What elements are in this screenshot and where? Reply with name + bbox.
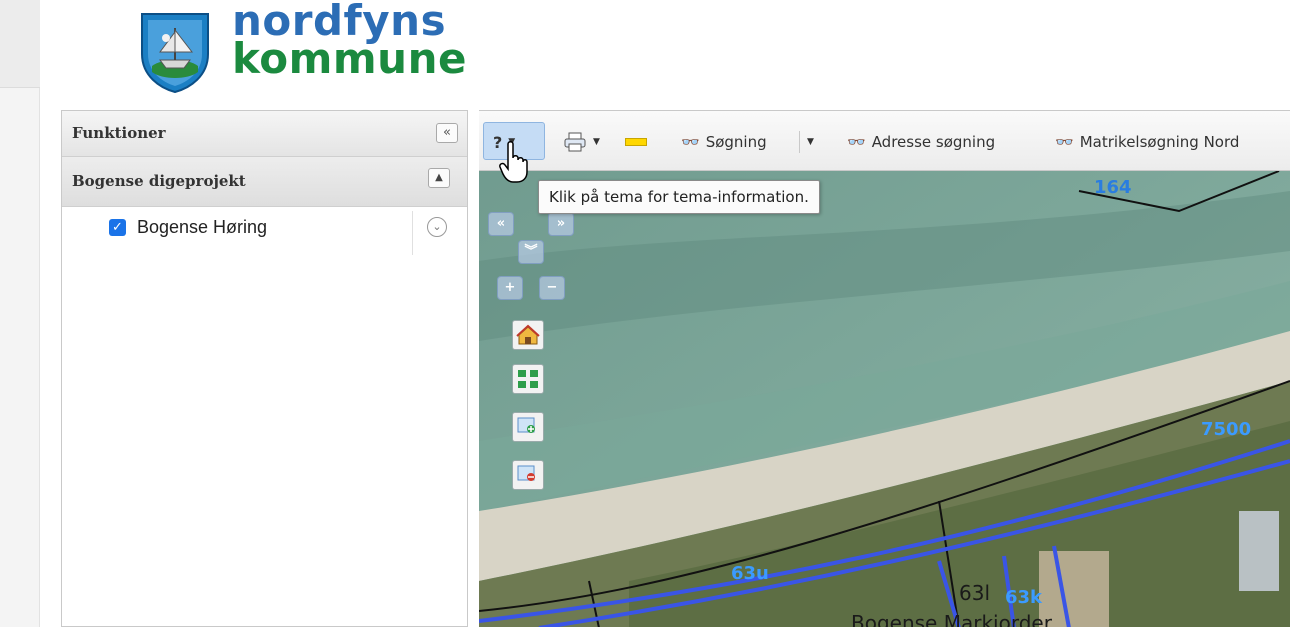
address-search-label: Adresse søgning — [871, 133, 996, 151]
home-button[interactable] — [512, 320, 544, 350]
divider — [799, 131, 800, 153]
zoom-out-button[interactable]: − — [539, 276, 565, 300]
search-button[interactable]: 👓 Søgning — [681, 129, 767, 155]
full-extent-button[interactable] — [512, 364, 544, 394]
search-dropdown[interactable]: ▼ — [807, 129, 814, 155]
pan-right-button[interactable]: » — [548, 212, 574, 236]
layer-item[interactable]: ✓ Bogense Høring ⌄ — [62, 207, 467, 255]
parcel-label: 164 — [1094, 177, 1132, 198]
parcel-label: 7500 — [1201, 419, 1252, 440]
binoculars-icon: 👓 — [681, 133, 700, 151]
cadastral-search-button[interactable]: 👓 Matrikelsøgning Nord — [1055, 129, 1239, 155]
dropdown-arrow-icon: ▼ — [807, 137, 814, 147]
parcel-label: 63u — [731, 563, 769, 584]
tooltip: Klik på tema for tema-information. — [538, 180, 820, 214]
layer-label: Bogense Høring — [137, 217, 268, 237]
parcel-label: 63l — [959, 581, 991, 605]
collapse-panel-button[interactable]: « — [436, 123, 458, 143]
hand-cursor-icon — [499, 141, 528, 183]
left-edge-header — [0, 0, 40, 88]
layer-checkbox[interactable]: ✓ — [109, 219, 126, 236]
place-name-label: Bogense Markjorder — [851, 611, 1052, 627]
print-button[interactable]: ▼ — [563, 129, 600, 155]
home-icon — [516, 324, 540, 345]
printer-icon — [564, 132, 586, 152]
map-toolbar: ? ▼ ▼ 👓 Søgning ▼ 👓 Adresse søgning 👓 Ma… — [479, 111, 1290, 171]
panel-title: Funktioner — [72, 124, 166, 142]
parcel-label: 63k — [1005, 587, 1043, 608]
municipality-crest-icon — [141, 13, 209, 94]
binoculars-icon: 👓 — [1055, 133, 1074, 151]
ruler-icon — [625, 138, 647, 146]
section-title: Bogense digeprojekt — [72, 172, 246, 190]
zoom-out-box-icon — [517, 465, 535, 481]
zoom-in-button[interactable]: + — [497, 276, 523, 300]
zoom-out-box-button[interactable] — [512, 460, 544, 490]
measure-button[interactable] — [625, 129, 647, 155]
search-label: Søgning — [705, 133, 767, 151]
municipality-logo-text: nordfyns kommune — [232, 0, 492, 83]
section-header[interactable]: Bogense digeprojekt ▲ — [62, 157, 467, 207]
full-extent-icon — [518, 370, 538, 388]
binoculars-icon: 👓 — [847, 133, 866, 151]
collapse-section-button[interactable]: ▲ — [428, 168, 450, 188]
zoom-in-box-icon — [517, 417, 535, 433]
left-edge-strip — [0, 0, 40, 627]
functions-panel: Funktioner « Bogense digeprojekt ▲ ✓ Bog… — [61, 110, 468, 627]
pan-down-button[interactable]: ︾ — [518, 240, 544, 264]
cadastral-search-label: Matrikelsøgning Nord — [1079, 133, 1240, 151]
pan-left-button[interactable]: « — [488, 212, 514, 236]
panel-header: Funktioner « — [62, 111, 467, 157]
address-search-button[interactable]: 👓 Adresse søgning — [847, 129, 995, 155]
zoom-in-box-button[interactable] — [512, 412, 544, 442]
logo-line-2: kommune — [232, 34, 467, 83]
divider — [412, 211, 413, 255]
expand-layer-icon[interactable]: ⌄ — [427, 217, 447, 237]
dropdown-arrow-icon[interactable]: ▼ — [593, 137, 600, 147]
